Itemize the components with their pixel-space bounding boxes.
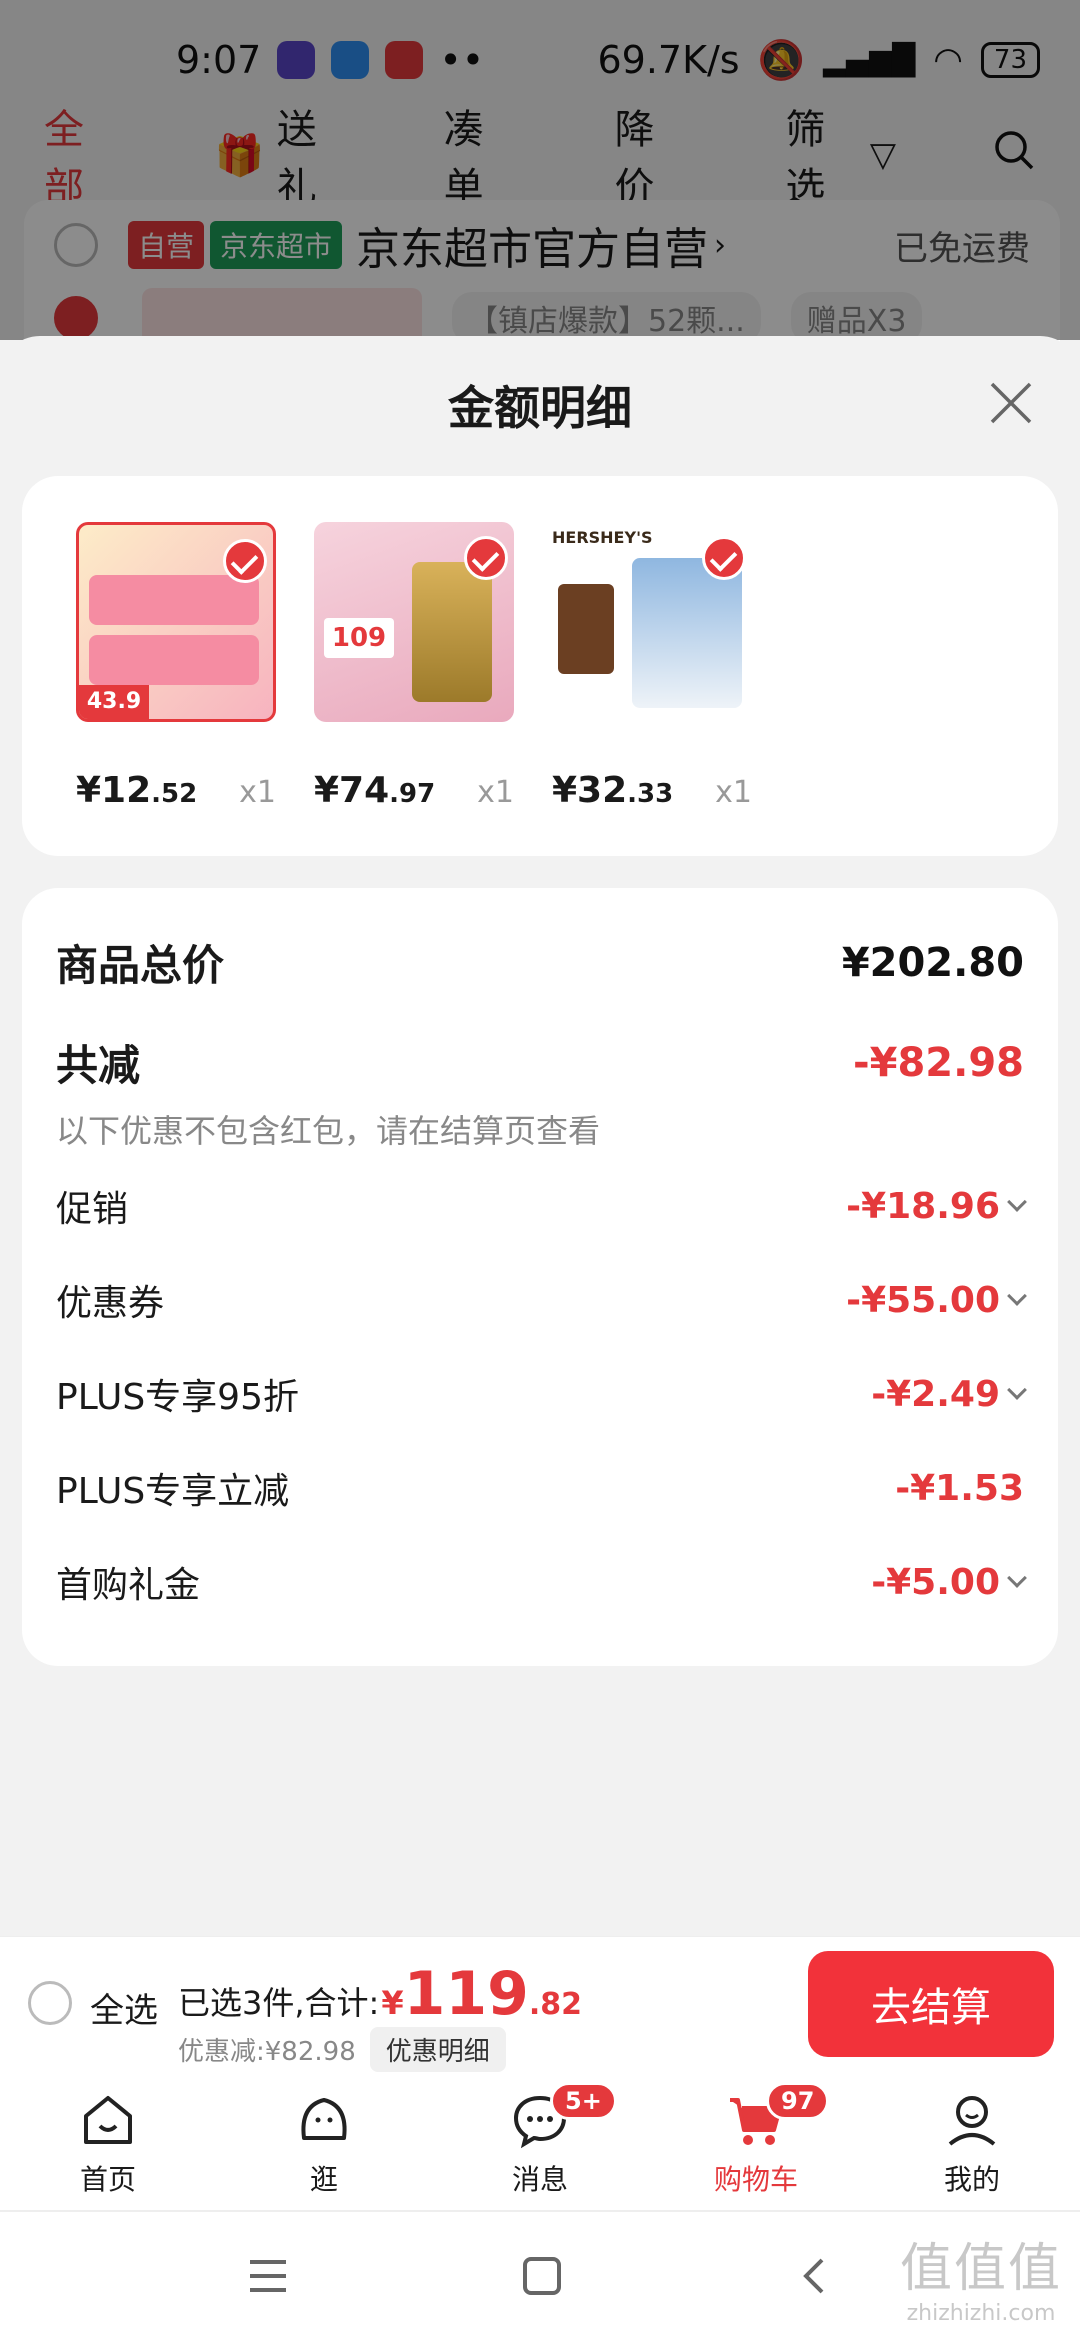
nav-home[interactable]: 首页 xyxy=(0,2072,216,2210)
discount-text: 优惠减:¥82.98 xyxy=(178,2037,356,2067)
red-packet-note: 以下优惠不包含红包，请在结算页查看 xyxy=(56,1112,601,1150)
message-badge: 5+ xyxy=(550,2082,617,2120)
selected-item[interactable]: 43.9 ¥12 .52 x1 xyxy=(76,522,316,811)
total-price-value: ¥202.80 xyxy=(841,939,1024,986)
select-all-label[interactable]: 全选 xyxy=(90,1983,158,2032)
nav-label: 购物车 xyxy=(713,2163,798,2196)
discount-label: 促销 xyxy=(56,1189,129,1230)
discount-value: -¥55.00 xyxy=(846,1279,1000,1321)
discount-label: 首购礼金 xyxy=(56,1565,201,1606)
cart-badge: 97 xyxy=(766,2082,830,2120)
bottom-nav: 首页 逛 5+ 消息 97 购物车 我的 xyxy=(0,2072,1080,2212)
discount-value: -¥2.49 xyxy=(871,1373,1000,1415)
item-price: ¥74 xyxy=(314,770,390,811)
total-amount-int: 119 xyxy=(403,1959,529,2029)
discount-row-coupon[interactable]: 优惠券 -¥55.00 xyxy=(56,1274,1027,1326)
nav-browse[interactable]: 逛 xyxy=(216,2072,432,2210)
amount-detail-sheet: 金额明细 43.9 ¥12 .52 x1 109 ¥74 .97 x1 HERS… xyxy=(0,336,1080,1936)
discount-value: -¥1.53 xyxy=(895,1467,1024,1509)
item-price: ¥12 xyxy=(76,770,152,811)
dim-overlay[interactable] xyxy=(0,0,1080,340)
home-square-icon[interactable] xyxy=(520,2254,564,2298)
nav-label: 消息 xyxy=(511,2163,568,2196)
watermark-logo: 值值值 xyxy=(899,2239,1062,2299)
item-price-cents: .52 xyxy=(151,779,198,809)
total-summary: 已选3件,合计: ¥ 119 .82 xyxy=(178,1959,582,2029)
back-icon[interactable] xyxy=(794,2254,834,2298)
currency-symbol: ¥ xyxy=(381,1984,404,2022)
checkout-button[interactable]: 去结算 xyxy=(808,1951,1054,2057)
checked-icon xyxy=(702,536,746,580)
checkout-bar: 全选 已选3件,合计: ¥ 119 .82 优惠减:¥82.98 优惠明细 去结… xyxy=(0,1936,1080,2072)
discount-summary: 优惠减:¥82.98 优惠明细 xyxy=(178,2027,506,2072)
chevron-down-icon xyxy=(1007,1286,1027,1306)
amount-breakdown-card: 商品总价 ¥202.80 共减 -¥82.98 以下优惠不包含红包，请在结算页查… xyxy=(22,888,1058,1666)
summary-prefix: 已选3件,合计: xyxy=(178,1984,380,2022)
item-thumbnail: 109 xyxy=(314,522,514,722)
item-price-cents: .97 xyxy=(389,779,436,809)
nav-cart[interactable]: 97 购物车 xyxy=(648,2072,864,2210)
nav-label: 逛 xyxy=(309,2163,338,2196)
checked-icon xyxy=(464,536,508,580)
item-quantity: x1 xyxy=(715,775,752,810)
profile-icon xyxy=(948,2096,996,2146)
nav-label: 首页 xyxy=(79,2163,136,2196)
total-amount-dec: .82 xyxy=(528,1987,582,2022)
item-quantity: x1 xyxy=(239,775,276,810)
nav-label: 我的 xyxy=(943,2163,1000,2196)
checked-icon xyxy=(223,539,267,583)
menu-icon[interactable] xyxy=(246,2256,290,2296)
item-price: ¥32 xyxy=(552,770,628,811)
discount-label: PLUS专享95折 xyxy=(56,1377,299,1418)
watermark-url: zhizhizhi.com xyxy=(906,2301,1056,2326)
discount-row-plus-95[interactable]: PLUS专享95折 -¥2.49 xyxy=(56,1368,1027,1420)
close-icon[interactable] xyxy=(986,378,1036,428)
item-thumbnail-price: 43.9 xyxy=(79,685,149,719)
sheet-title: 金额明细 xyxy=(448,381,632,435)
chevron-down-icon xyxy=(1007,1380,1027,1400)
home-icon xyxy=(84,2096,132,2144)
nav-profile[interactable]: 我的 xyxy=(864,2072,1080,2210)
discount-row-plus-instant: PLUS专享立减 -¥1.53 xyxy=(56,1462,1024,1514)
total-reduction-row: 共减 -¥82.98 xyxy=(56,1032,1024,1093)
chevron-down-icon xyxy=(1007,1192,1027,1212)
item-thumbnail: 43.9 xyxy=(76,522,276,722)
selected-items-card: 43.9 ¥12 .52 x1 109 ¥74 .97 x1 HERSHEY'S… xyxy=(22,476,1058,856)
browse-icon xyxy=(301,2098,347,2140)
item-price-cents: .33 xyxy=(627,779,674,809)
background-page: 9:07 •• 69.7K/s 🔕 ▂▄▆█ ◠ 73 全部 🎁 送礼 凑单 降… xyxy=(0,0,1080,348)
select-all-radio[interactable] xyxy=(28,1981,72,2025)
item-quantity: x1 xyxy=(477,775,514,810)
watermark: 值值值 zhizhizhi.com xyxy=(900,2226,1062,2326)
discount-value: -¥5.00 xyxy=(871,1561,1000,1603)
discount-label: PLUS专享立减 xyxy=(56,1471,290,1512)
item-thumbnail-price: 109 xyxy=(324,618,394,658)
selected-item[interactable]: HERSHEY'S ¥32 .33 x1 xyxy=(552,522,792,811)
total-price-row: 商品总价 ¥202.80 xyxy=(56,932,1024,993)
discount-detail-button[interactable]: 优惠明细 xyxy=(369,2027,506,2072)
total-reduction-value: -¥82.98 xyxy=(853,1039,1024,1086)
discount-value: -¥18.96 xyxy=(846,1185,1000,1227)
chevron-down-icon xyxy=(1007,1568,1027,1588)
discount-row-first-purchase[interactable]: 首购礼金 -¥5.00 xyxy=(56,1556,1027,1608)
item-thumbnail: HERSHEY'S xyxy=(552,522,752,722)
selected-item[interactable]: 109 ¥74 .97 x1 xyxy=(314,522,554,811)
discount-label: 优惠券 xyxy=(56,1283,165,1324)
item-thumbnail-brand: HERSHEY'S xyxy=(552,528,653,547)
discount-row-promotion[interactable]: 促销 -¥18.96 xyxy=(56,1180,1027,1232)
nav-messages[interactable]: 5+ 消息 xyxy=(432,2072,648,2210)
total-price-label: 商品总价 xyxy=(56,941,225,990)
total-reduction-label: 共减 xyxy=(56,1041,141,1090)
